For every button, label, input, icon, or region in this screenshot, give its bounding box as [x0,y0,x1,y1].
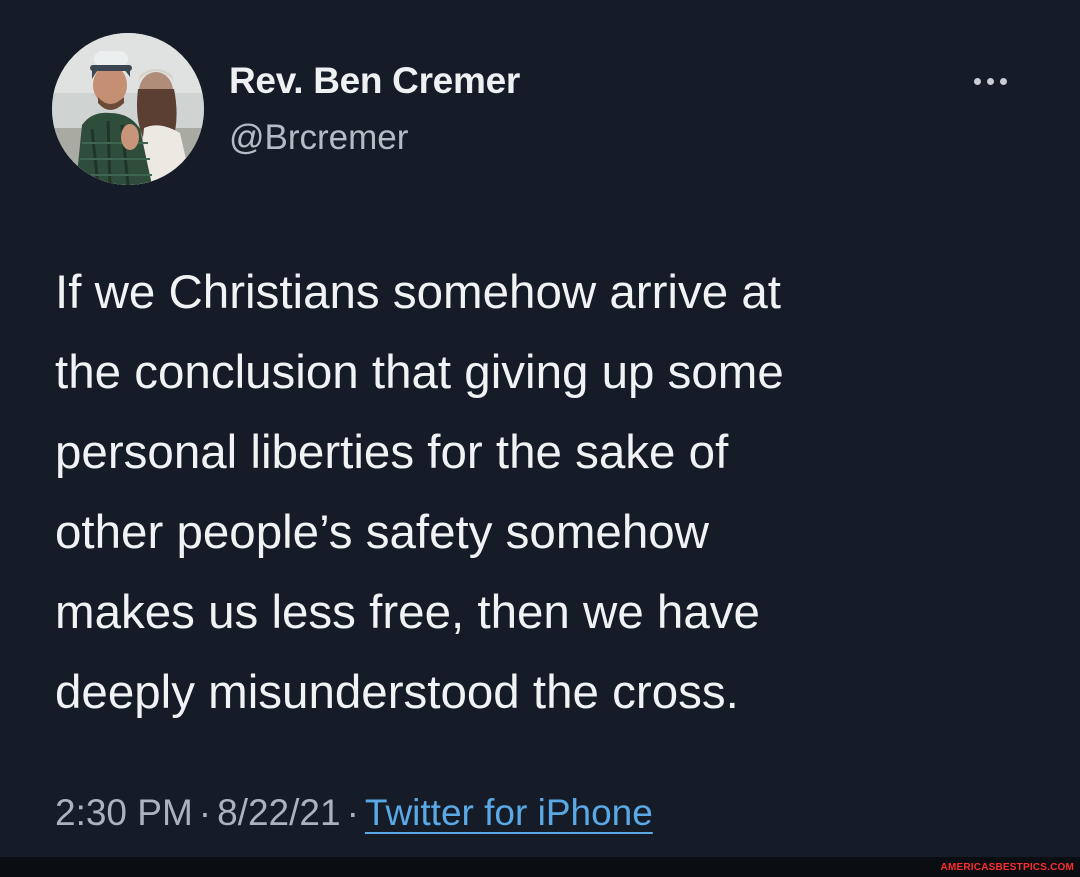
tweet-card: Rev. Ben Cremer @Brcremer If we Christia… [0,0,1080,857]
ellipsis-icon [986,77,994,85]
tweet-date[interactable]: 8/22/21 [217,792,340,833]
tweet-text: If we Christians somehow arrive at the c… [55,253,1035,733]
footer-bar [0,857,1080,877]
tweet-time[interactable]: 2:30 PM [55,792,193,833]
watermark: AMERICASBESTPICS.COM [940,862,1074,873]
tweet-text-line: personal liberties for the sake of [55,426,729,479]
tweet-text-line: the conclusion that giving up some [55,346,784,399]
tweet-text-line: other people’s safety somehow [55,506,709,559]
meta-separator: · [198,792,212,833]
tweet-text-line: deeply misunderstood the cross. [55,666,739,719]
avatar[interactable] [52,33,204,185]
author-display-name[interactable]: Rev. Ben Cremer [229,60,520,102]
tweet-text-line: If we Christians somehow arrive at [55,266,781,319]
tweet-source-link[interactable]: Twitter for iPhone [365,792,653,833]
tweet-text-line: makes us less free, then we have [55,586,760,639]
tweet-metadata: 2:30 PM · 8/22/21 · Twitter for iPhone [55,792,653,834]
meta-separator: · [346,792,359,833]
ellipsis-icon [999,77,1007,85]
more-options-button[interactable] [958,64,1022,98]
avatar-photo [52,33,204,185]
ellipsis-icon [973,77,981,85]
author-handle[interactable]: @Brcremer [229,118,408,158]
